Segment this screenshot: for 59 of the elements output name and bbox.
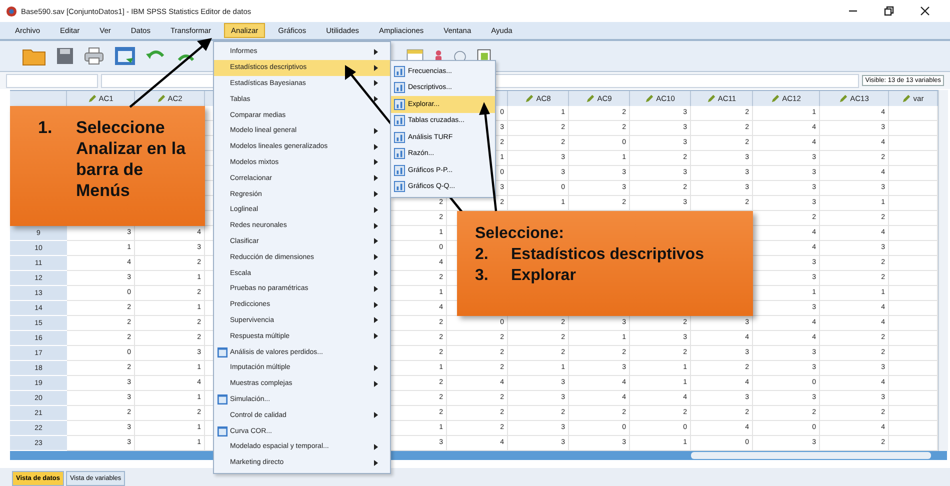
submenu-arrow-icon — [374, 286, 378, 292]
restore-icon[interactable] — [884, 6, 894, 16]
chart-icon — [394, 66, 405, 77]
scrollbar-thumb[interactable] — [691, 452, 931, 459]
app-logo-icon — [6, 6, 17, 16]
chart-icon — [394, 148, 405, 160]
submenu-arrow-icon — [374, 128, 378, 134]
submenu-arrow-icon — [374, 191, 378, 198]
submenu-arrow-icon — [374, 270, 378, 276]
save-icon[interactable] — [56, 47, 74, 65]
window-icon — [216, 426, 228, 437]
step-number: 3. — [475, 266, 490, 286]
cell-reference-field[interactable] — [6, 74, 98, 88]
submenu-arrow-icon — [374, 412, 378, 418]
chart-icon — [394, 132, 405, 143]
submenu-arrow-icon — [374, 159, 378, 166]
submenu-arrow-icon — [374, 144, 378, 150]
submenu-arrow-icon — [374, 222, 378, 229]
close-icon[interactable] — [920, 6, 930, 16]
submenu-arrow-icon — [374, 238, 378, 244]
window-icon — [216, 346, 228, 358]
submenu-arrow-icon — [374, 64, 378, 71]
chart-icon — [394, 98, 405, 110]
submenu-arrow-icon — [374, 96, 378, 102]
pencil-icon — [839, 94, 848, 103]
submenu-arrow-icon — [374, 317, 378, 324]
pencil-icon — [156, 94, 166, 103]
vertical-scrollbar[interactable] — [938, 90, 948, 451]
pencil-icon — [645, 94, 654, 103]
step-number: 2. — [475, 245, 490, 265]
chart-icon — [394, 181, 405, 192]
window-icon — [216, 394, 228, 405]
submenu-arrow-icon — [374, 80, 378, 86]
submenu-arrow-icon — [374, 460, 378, 466]
pencil-icon — [902, 94, 912, 103]
printer-icon[interactable] — [84, 47, 104, 65]
submenu-arrow-icon — [374, 333, 378, 340]
chart-icon — [394, 164, 405, 176]
submenu-arrow-icon — [374, 48, 378, 55]
chart-icon — [394, 82, 405, 94]
step-text: Estadísticos descriptivos — [511, 245, 705, 265]
submenu-arrow-icon — [374, 175, 378, 182]
submenu-arrow-icon — [374, 206, 378, 213]
submenu-arrow-icon — [374, 380, 378, 387]
chart-icon — [394, 115, 405, 126]
submenu-arrow-icon — [374, 254, 378, 260]
dialog-icon[interactable] — [114, 46, 136, 66]
pencil-icon — [88, 94, 97, 103]
pencil-icon — [586, 94, 596, 103]
submenu-arrow-icon — [374, 302, 378, 308]
step-text: Explorar — [511, 266, 577, 286]
pencil-icon — [771, 94, 780, 103]
callout-heading: Seleccione: — [475, 224, 565, 244]
submenu-arrow-icon — [374, 444, 378, 450]
step-number: 1. — [38, 117, 54, 138]
pencil-icon — [706, 94, 716, 103]
submenu-arrow-icon — [374, 364, 378, 371]
pencil-icon — [525, 94, 534, 103]
step-text: Seleccione Analizar en la barra de Menús — [76, 117, 187, 201]
